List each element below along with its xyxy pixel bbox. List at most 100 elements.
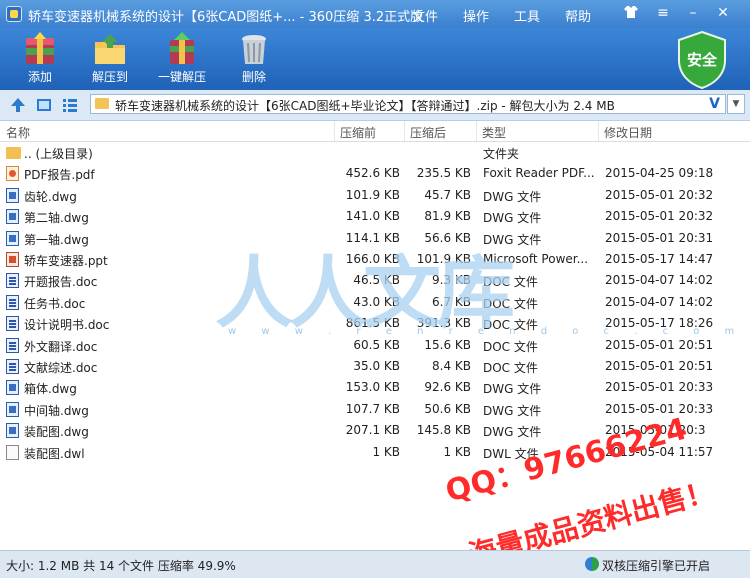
security-badge-label: 安全 bbox=[687, 51, 718, 69]
file-row[interactable]: 箱体.dwg 153.0 KB 92.6 KB DWG 文件 2015-05-01 20… bbox=[0, 377, 750, 398]
file-packed-size: 15.6 KB bbox=[424, 337, 471, 352]
file-row[interactable]: PDF报告.pdf 452.6 KB 235.5 KB Foxit Reader PD… bbox=[0, 163, 750, 184]
file-name: PDF报告.pdf bbox=[24, 168, 95, 183]
address-field[interactable]: 轿车变速器机械系统的设计【6张CAD图纸+毕业论文】【答辩通过】.zip - 解… bbox=[90, 94, 726, 114]
file-size: 35.0 KB bbox=[353, 359, 400, 373]
menu-help[interactable]: 帮助 bbox=[565, 6, 591, 25]
file-type: Foxit Reader PDF... bbox=[483, 166, 595, 181]
app-logo-icon bbox=[6, 6, 22, 22]
file-name: 外文翻译.doc bbox=[24, 339, 98, 354]
file-row[interactable]: .. (上级目录) 文件夹 bbox=[0, 142, 750, 163]
options-icon[interactable]: ≡ bbox=[654, 4, 672, 22]
one-click-extract-button[interactable]: 一键解压 bbox=[150, 30, 214, 88]
status-bar: 大小: 1.2 MB 共 14 个文件 压缩率 49.9% 双核压缩引擎已开启 bbox=[0, 550, 750, 578]
file-size: 141.0 KB bbox=[345, 209, 400, 224]
file-size: 153.0 KB bbox=[345, 380, 400, 395]
column-modified[interactable]: 修改日期 bbox=[604, 124, 652, 141]
file-type: DWG 文件 bbox=[483, 211, 542, 226]
column-type[interactable]: 类型 bbox=[482, 124, 506, 141]
file-size: 207.1 KB bbox=[345, 423, 400, 438]
file-size: 107.7 KB bbox=[345, 401, 400, 416]
archive-path: 轿车变速器机械系统的设计【6张CAD图纸+毕业论文】【答辩通过】.zip - 解… bbox=[115, 99, 615, 113]
doc-file-icon bbox=[6, 273, 19, 289]
file-size: 101.9 KB bbox=[345, 187, 400, 202]
file-type: DOC 文件 bbox=[483, 339, 538, 354]
file-size: 1 KB bbox=[372, 444, 400, 459]
file-size: 452.6 KB bbox=[345, 166, 400, 181]
file-modified: 2015-04-25 09:18 bbox=[605, 166, 714, 181]
skin-icon[interactable] bbox=[622, 4, 640, 22]
file-modified: 2015-04-07 14:02 bbox=[605, 273, 714, 288]
minimize-button[interactable]: – bbox=[684, 4, 702, 22]
up-arrow-icon[interactable] bbox=[10, 97, 26, 113]
column-packed[interactable]: 压缩后 bbox=[410, 124, 446, 141]
pdf-file-icon bbox=[6, 166, 19, 182]
file-name: 轿车变速器.ppt bbox=[24, 254, 108, 268]
verify-check-icon[interactable]: V bbox=[709, 96, 720, 112]
file-name: 装配图.dwg bbox=[24, 425, 89, 440]
file-row[interactable]: 文献综述.doc 35.0 KB 8.4 KB DOC 文件 2015-05-01 20… bbox=[0, 356, 750, 377]
address-bar: 轿车变速器机械系统的设计【6张CAD图纸+毕业论文】【答辩通过】.zip - 解… bbox=[0, 90, 750, 121]
file-modified: 2015-05-01 20:31 bbox=[605, 230, 714, 245]
dwg-file-icon bbox=[6, 230, 19, 246]
file-type: DWG 文件 bbox=[483, 189, 542, 204]
file-packed-size: 92.6 KB bbox=[424, 380, 471, 395]
file-type: 文件夹 bbox=[483, 147, 520, 161]
file-name: 第一轴.dwg bbox=[24, 232, 89, 247]
watermark-url: w w w . r e n r e n d o c . c o m bbox=[228, 326, 746, 337]
folder-file-icon bbox=[6, 147, 21, 159]
file-row[interactable]: 第二轴.dwg 141.0 KB 81.9 KB DWG 文件 2015-05-01 2… bbox=[0, 206, 750, 227]
file-name: 装配图.dwl bbox=[24, 446, 85, 461]
toolbar: 添加 解压到 一键解压 删除 bbox=[0, 28, 750, 90]
menu-file[interactable]: 文件 bbox=[412, 6, 438, 25]
file-type: DWG 文件 bbox=[483, 403, 542, 418]
file-modified: 2015-05-01 20:33 bbox=[605, 380, 714, 395]
file-modified: 2015-05-01 20:51 bbox=[605, 337, 714, 352]
file-modified: 2015-05-17 14:47 bbox=[605, 252, 714, 266]
dwg-file-icon bbox=[6, 380, 19, 396]
doc-file-icon bbox=[6, 337, 19, 353]
address-dropdown-button[interactable]: ▼ bbox=[727, 94, 745, 114]
add-button[interactable]: 添加 bbox=[10, 30, 70, 88]
delete-button[interactable]: 删除 bbox=[224, 30, 284, 88]
dwg-file-icon bbox=[6, 401, 19, 417]
engine-status: 双核压缩引擎已开启 bbox=[602, 559, 711, 573]
file-modified: 2015-05-01 20:32 bbox=[605, 209, 714, 224]
security-shield-icon[interactable]: 安全 bbox=[676, 30, 728, 90]
window-title: 轿车变速器机械系统的设计【6张CAD图纸+... - 360压缩 3.2正式版 bbox=[28, 10, 424, 25]
column-size[interactable]: 压缩前 bbox=[340, 124, 376, 141]
watermark-logo: 人人文库 bbox=[215, 249, 515, 338]
thumbnail-view-icon[interactable] bbox=[36, 97, 52, 113]
file-modified: 2015-05-01 20:32 bbox=[605, 187, 714, 202]
file-modified: 2015-05-01 20:51 bbox=[605, 359, 714, 373]
dwg-file-icon bbox=[6, 423, 19, 439]
dwg-file-icon bbox=[6, 209, 19, 225]
file-row[interactable]: 齿轮.dwg 101.9 KB 45.7 KB DWG 文件 2015-05-01 20… bbox=[0, 185, 750, 206]
folder-extract-icon bbox=[95, 34, 125, 64]
doc-file-icon bbox=[6, 359, 19, 374]
extract-to-button[interactable]: 解压到 bbox=[80, 30, 140, 88]
file-type: DOC 文件 bbox=[483, 361, 538, 375]
file-name: 设计说明书.doc bbox=[24, 318, 110, 333]
folder-icon bbox=[95, 98, 109, 109]
trash-icon bbox=[242, 35, 266, 64]
file-packed-size: 81.9 KB bbox=[424, 209, 471, 224]
file-packed-size: 8.4 KB bbox=[432, 359, 471, 373]
column-header: 名称 压缩前 压缩后 类型 修改日期 bbox=[0, 121, 750, 142]
ppt-file-icon bbox=[6, 252, 19, 267]
column-name[interactable]: 名称 bbox=[6, 124, 30, 141]
file-name: 开题报告.doc bbox=[24, 275, 98, 290]
doc-file-icon bbox=[6, 316, 19, 332]
file-modified: 2015-04-07 14:02 bbox=[605, 294, 714, 309]
file-size: 60.5 KB bbox=[353, 337, 400, 352]
close-button[interactable]: ✕ bbox=[714, 4, 732, 22]
file-list: .. (上级目录) 文件夹 PDF报告.pdf 452.6 KB 235.5 KB Fox… bbox=[0, 142, 750, 548]
file-packed-size: 50.6 KB bbox=[424, 401, 471, 416]
file-name: 任务书.doc bbox=[24, 296, 86, 311]
menu-operation[interactable]: 操作 bbox=[463, 6, 489, 25]
file-name: 齿轮.dwg bbox=[24, 189, 77, 204]
list-view-icon[interactable] bbox=[62, 97, 78, 113]
menu-tools[interactable]: 工具 bbox=[514, 6, 540, 25]
dwg-file-icon bbox=[6, 187, 19, 203]
watermark-text: 人人文库 bbox=[215, 249, 513, 338]
